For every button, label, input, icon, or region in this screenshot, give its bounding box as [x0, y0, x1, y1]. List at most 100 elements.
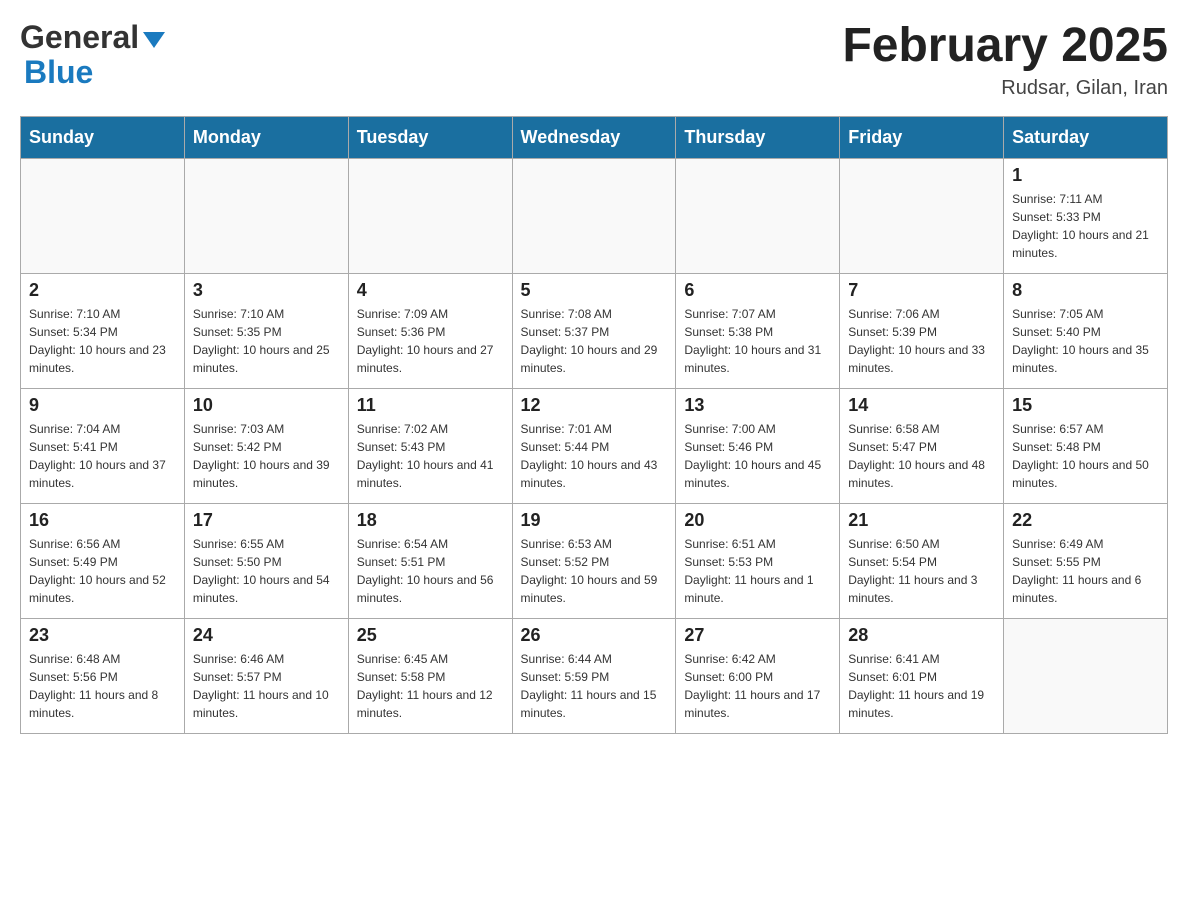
table-row: 24 Sunrise: 6:46 AMSunset: 5:57 PMDayligh…: [184, 618, 348, 733]
table-row: 19 Sunrise: 6:53 AMSunset: 5:52 PMDayligh…: [512, 503, 676, 618]
day-info: Sunrise: 6:51 AMSunset: 5:53 PMDaylight:…: [684, 535, 831, 607]
table-row: 27 Sunrise: 6:42 AMSunset: 6:00 PMDayligh…: [676, 618, 840, 733]
day-info: Sunrise: 6:41 AMSunset: 6:01 PMDaylight:…: [848, 650, 995, 722]
day-number: 8: [1012, 280, 1159, 301]
day-number: 7: [848, 280, 995, 301]
calendar-week-row: 23Sunrise: 6:48 AMSunset: 5:56 PMDayligh…: [21, 618, 1168, 733]
day-info: Sunrise: 6:42 AMSunset: 6:00 PMDaylight:…: [684, 650, 831, 722]
table-row: 5Sunrise: 7:08 AMSunset: 5:37 PMDaylight…: [512, 273, 676, 388]
day-number: 22: [1012, 510, 1159, 531]
col-monday: Monday: [184, 116, 348, 158]
logo-general-text: General: [20, 20, 139, 55]
day-number: 2: [29, 280, 176, 301]
day-info: Sunrise: 7:05 AMSunset: 5:40 PMDaylight:…: [1012, 305, 1159, 377]
day-number: 9: [29, 395, 176, 416]
table-row: 12 Sunrise: 7:01 AMSunset: 5:44 PMDayligh…: [512, 388, 676, 503]
table-row: 9 Sunrise: 7:04 AMSunset: 5:41 PMDaylight…: [21, 388, 185, 503]
day-info: Sunrise: 6:54 AMSunset: 5:51 PMDaylight:…: [357, 535, 504, 607]
table-row: 13Sunrise: 7:00 AMSunset: 5:46 PMDayligh…: [676, 388, 840, 503]
title-block: February 2025 Rudsar, Gilan, Iran: [842, 20, 1168, 100]
col-tuesday: Tuesday: [348, 116, 512, 158]
table-row: 15 Sunrise: 6:57 AMSunset: 5:48 PMDayligh…: [1004, 388, 1168, 503]
day-number: 19: [521, 510, 668, 531]
table-row: 20 Sunrise: 6:51 AMSunset: 5:53 PMDayligh…: [676, 503, 840, 618]
day-number: 26: [521, 625, 668, 646]
day-info: Sunrise: 7:03 AMSunset: 5:42 PMDaylight:…: [193, 420, 340, 492]
day-info: Sunrise: 7:07 AMSunset: 5:38 PMDaylight:…: [684, 305, 831, 377]
day-info: Sunrise: 6:56 AMSunset: 5:49 PMDaylight:…: [29, 535, 176, 607]
table-row: 6 Sunrise: 7:07 AMSunset: 5:38 PMDaylight…: [676, 273, 840, 388]
day-number: 15: [1012, 395, 1159, 416]
day-number: 28: [848, 625, 995, 646]
col-thursday: Thursday: [676, 116, 840, 158]
day-number: 12: [521, 395, 668, 416]
table-row: [512, 158, 676, 273]
table-row: 28 Sunrise: 6:41 AMSunset: 6:01 PMDayligh…: [840, 618, 1004, 733]
day-info: Sunrise: 7:10 AMSunset: 5:35 PMDaylight:…: [193, 305, 340, 377]
day-number: 3: [193, 280, 340, 301]
calendar-week-row: 2 Sunrise: 7:10 AMSunset: 5:34 PMDaylight…: [21, 273, 1168, 388]
table-row: [1004, 618, 1168, 733]
day-info: Sunrise: 7:04 AMSunset: 5:41 PMDaylight:…: [29, 420, 176, 492]
day-info: Sunrise: 7:02 AMSunset: 5:43 PMDaylight:…: [357, 420, 504, 492]
day-number: 17: [193, 510, 340, 531]
page-header: General Blue February 2025 Rudsar, Gilan…: [20, 20, 1168, 100]
day-info: Sunrise: 6:46 AMSunset: 5:57 PMDaylight:…: [193, 650, 340, 722]
day-info: Sunrise: 7:06 AMSunset: 5:39 PMDaylight:…: [848, 305, 995, 377]
day-info: Sunrise: 6:49 AMSunset: 5:55 PMDaylight:…: [1012, 535, 1159, 607]
day-number: 11: [357, 395, 504, 416]
table-row: 7 Sunrise: 7:06 AMSunset: 5:39 PMDaylight…: [840, 273, 1004, 388]
logo-blue-text: Blue: [24, 55, 165, 90]
day-info: Sunrise: 6:53 AMSunset: 5:52 PMDaylight:…: [521, 535, 668, 607]
day-info: Sunrise: 7:08 AMSunset: 5:37 PMDaylight:…: [521, 305, 668, 377]
table-row: [676, 158, 840, 273]
table-row: 11 Sunrise: 7:02 AMSunset: 5:43 PMDayligh…: [348, 388, 512, 503]
table-row: 10 Sunrise: 7:03 AMSunset: 5:42 PMDayligh…: [184, 388, 348, 503]
table-row: 22 Sunrise: 6:49 AMSunset: 5:55 PMDayligh…: [1004, 503, 1168, 618]
day-number: 16: [29, 510, 176, 531]
table-row: 4 Sunrise: 7:09 AMSunset: 5:36 PMDaylight…: [348, 273, 512, 388]
table-row: [348, 158, 512, 273]
day-number: 1: [1012, 165, 1159, 186]
location: Rudsar, Gilan, Iran: [842, 77, 1168, 100]
day-info: Sunrise: 7:10 AMSunset: 5:34 PMDaylight:…: [29, 305, 176, 377]
col-saturday: Saturday: [1004, 116, 1168, 158]
day-info: Sunrise: 6:55 AMSunset: 5:50 PMDaylight:…: [193, 535, 340, 607]
logo-triangle-icon: [143, 32, 165, 48]
day-number: 10: [193, 395, 340, 416]
table-row: [840, 158, 1004, 273]
day-info: Sunrise: 6:50 AMSunset: 5:54 PMDaylight:…: [848, 535, 995, 607]
day-info: Sunrise: 7:01 AMSunset: 5:44 PMDaylight:…: [521, 420, 668, 492]
table-row: 16 Sunrise: 6:56 AMSunset: 5:49 PMDayligh…: [21, 503, 185, 618]
day-number: 27: [684, 625, 831, 646]
day-info: Sunrise: 7:09 AMSunset: 5:36 PMDaylight:…: [357, 305, 504, 377]
day-info: Sunrise: 6:44 AMSunset: 5:59 PMDaylight:…: [521, 650, 668, 722]
col-friday: Friday: [840, 116, 1004, 158]
day-number: 20: [684, 510, 831, 531]
table-row: [184, 158, 348, 273]
calendar-table: Sunday Monday Tuesday Wednesday Thursday…: [20, 116, 1168, 734]
table-row: 23Sunrise: 6:48 AMSunset: 5:56 PMDayligh…: [21, 618, 185, 733]
day-number: 23: [29, 625, 176, 646]
table-row: 26 Sunrise: 6:44 AMSunset: 5:59 PMDayligh…: [512, 618, 676, 733]
table-row: 2 Sunrise: 7:10 AMSunset: 5:34 PMDaylight…: [21, 273, 185, 388]
calendar-week-row: 9 Sunrise: 7:04 AMSunset: 5:41 PMDaylight…: [21, 388, 1168, 503]
day-number: 25: [357, 625, 504, 646]
col-sunday: Sunday: [21, 116, 185, 158]
day-number: 21: [848, 510, 995, 531]
day-info: Sunrise: 6:58 AMSunset: 5:47 PMDaylight:…: [848, 420, 995, 492]
table-row: 25Sunrise: 6:45 AMSunset: 5:58 PMDayligh…: [348, 618, 512, 733]
day-number: 4: [357, 280, 504, 301]
day-number: 18: [357, 510, 504, 531]
day-number: 24: [193, 625, 340, 646]
day-number: 6: [684, 280, 831, 301]
table-row: 8 Sunrise: 7:05 AMSunset: 5:40 PMDaylight…: [1004, 273, 1168, 388]
table-row: 18 Sunrise: 6:54 AMSunset: 5:51 PMDayligh…: [348, 503, 512, 618]
logo: General Blue: [20, 20, 165, 90]
month-title: February 2025: [842, 20, 1168, 73]
calendar-header-row: Sunday Monday Tuesday Wednesday Thursday…: [21, 116, 1168, 158]
day-info: Sunrise: 7:00 AMSunset: 5:46 PMDaylight:…: [684, 420, 831, 492]
day-info: Sunrise: 7:11 AMSunset: 5:33 PMDaylight:…: [1012, 190, 1159, 262]
calendar-week-row: 1 Sunrise: 7:11 AMSunset: 5:33 PMDaylight…: [21, 158, 1168, 273]
day-info: Sunrise: 6:57 AMSunset: 5:48 PMDaylight:…: [1012, 420, 1159, 492]
